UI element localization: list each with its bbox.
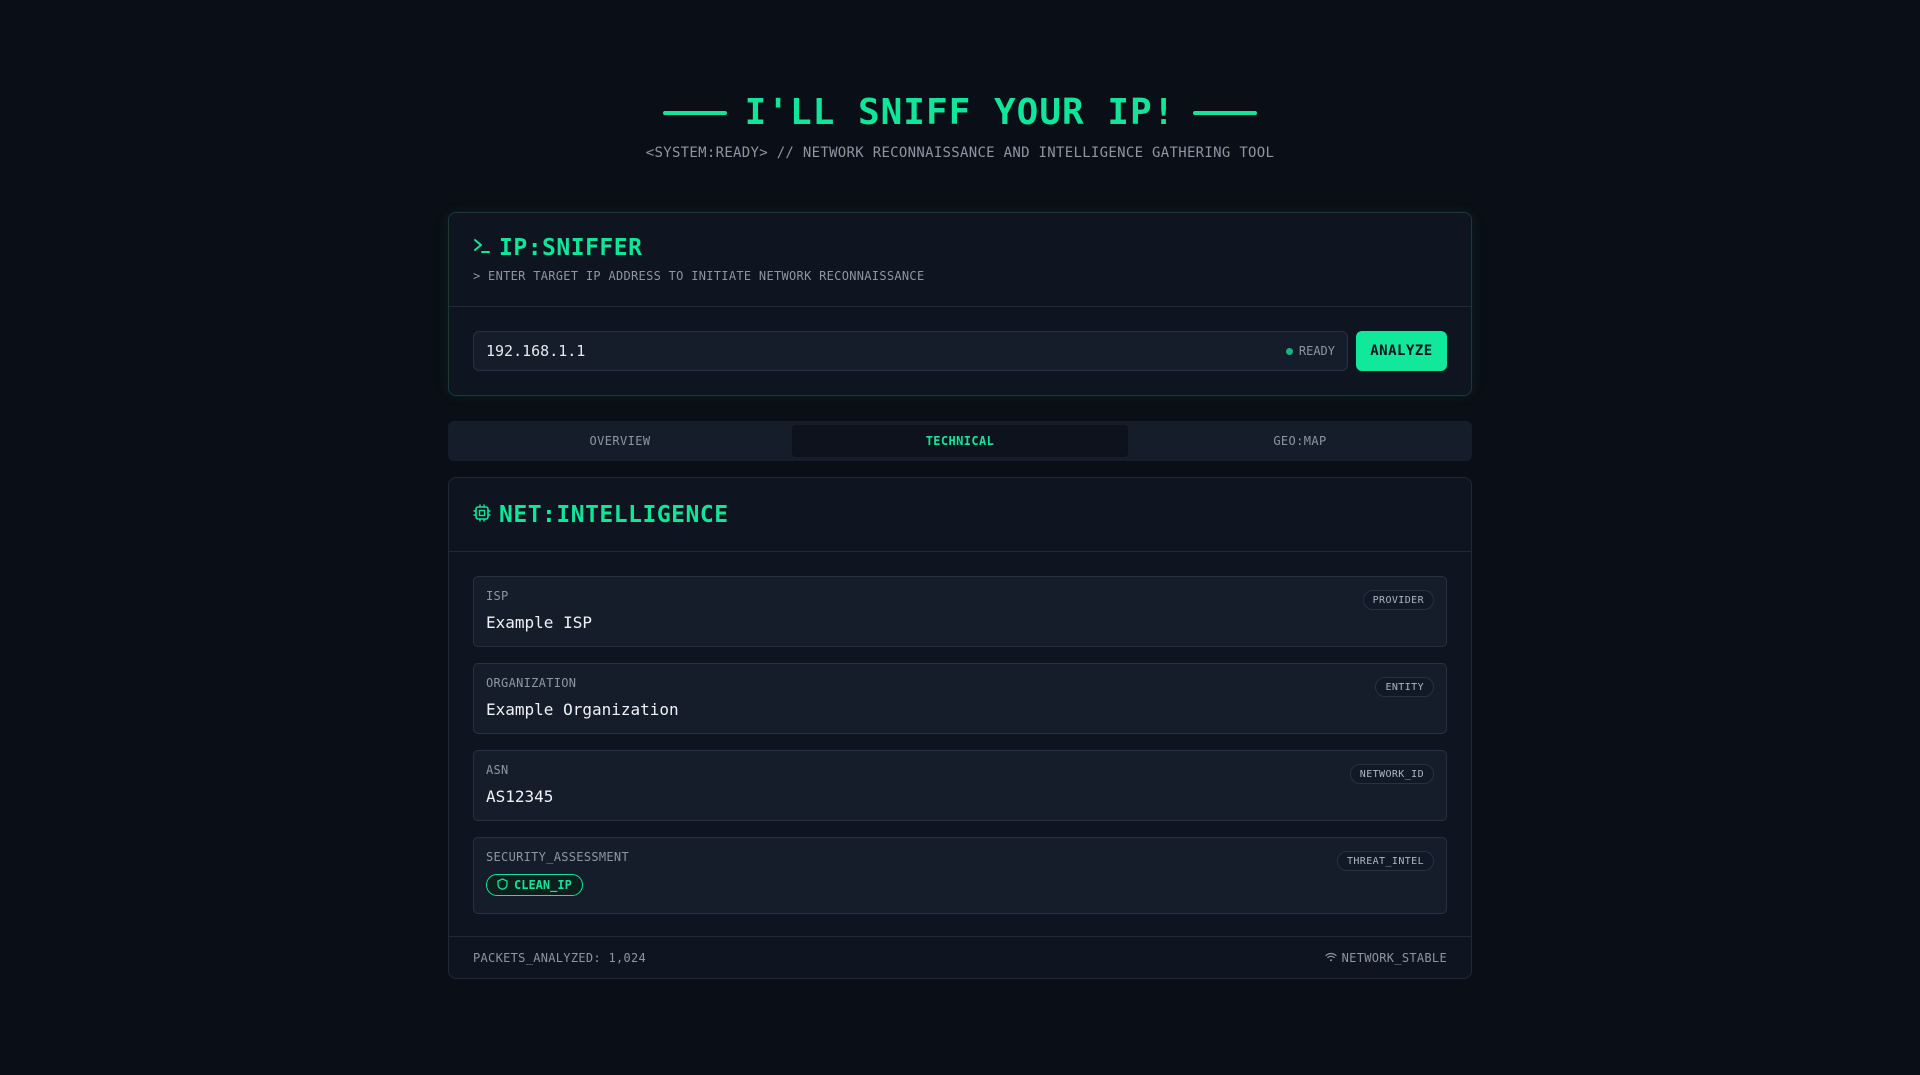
threat-intel-badge: THREAT_INTEL [1336, 851, 1434, 871]
ip-address-input[interactable]: 192.168.1.1 READY [473, 331, 1348, 371]
intel-title: NET:INTELLIGENCE [499, 501, 729, 528]
ip-address-value[interactable]: 192.168.1.1 [486, 342, 585, 360]
tab-overview[interactable]: OVERVIEW [452, 425, 788, 457]
page-title: I'LL SNIFF YOUR IP! [744, 92, 1176, 133]
sniffer-subtitle: > ENTER TARGET IP ADDRESS TO INITIATE NE… [473, 269, 925, 283]
page-header: I'LL SNIFF YOUR IP! <SYSTEM:READY> // NE… [0, 92, 1920, 161]
entity-badge: ENTITY [1375, 677, 1434, 697]
asn-row: ASN AS12345 NETWORK_ID [473, 750, 1447, 821]
intel-list: ISP Example ISP PROVIDER ORGANIZATION Ex… [449, 552, 1471, 914]
organization-label: ORGANIZATION [486, 676, 577, 690]
clean-ip-badge: CLEAN_IP [486, 874, 583, 896]
title-row: I'LL SNIFF YOUR IP! [0, 92, 1920, 133]
sniffer-title: IP:SNIFFER [499, 235, 643, 261]
organization-value: Example Organization [486, 700, 679, 719]
asn-label: ASN [486, 763, 509, 777]
clean-ip-label: CLEAN_IP [514, 878, 572, 892]
title-divider-left [662, 110, 727, 115]
ip-sniffer-card: IP:SNIFFER > ENTER TARGET IP ADDRESS TO … [448, 212, 1472, 396]
organization-row: ORGANIZATION Example Organization ENTITY [473, 663, 1447, 734]
asn-value: AS12345 [486, 787, 554, 806]
net-intelligence-card: NET:INTELLIGENCE ISP Example ISP PROVIDE… [448, 477, 1472, 979]
title-divider-right [1193, 110, 1258, 115]
tab-geo-map[interactable]: GEO:MAP [1132, 425, 1468, 457]
network-status-label: NETWORK_STABLE [1341, 950, 1447, 965]
tab-bar: OVERVIEW TECHNICAL GEO:MAP [448, 421, 1472, 461]
cpu-icon [473, 503, 491, 526]
security-assessment-row: SECURITY_ASSESSMENT CLEAN_IP THREAT_INTE… [473, 837, 1447, 914]
terminal-icon [473, 237, 491, 259]
status-label: READY [1298, 344, 1335, 358]
page-subtitle: <SYSTEM:READY> // NETWORK RECONNAISSANCE… [645, 145, 1275, 161]
isp-label: ISP [486, 589, 509, 603]
security-assessment-label: SECURITY_ASSESSMENT [486, 850, 629, 864]
status-dot-icon [1285, 347, 1293, 355]
analyze-button[interactable]: ANALYZE [1356, 331, 1447, 371]
wifi-icon [1325, 951, 1337, 965]
network-status: NETWORK_STABLE [1325, 951, 1447, 965]
network-id-badge: NETWORK_ID [1349, 764, 1434, 784]
isp-value: Example ISP [486, 613, 592, 632]
tab-technical[interactable]: TECHNICAL [792, 425, 1128, 457]
packets-analyzed: PACKETS_ANALYZED: 1,024 [473, 950, 647, 965]
intel-footer: PACKETS_ANALYZED: 1,024 NETWORK_STABLE [449, 936, 1471, 978]
ip-input-row: 192.168.1.1 READY ANALYZE [449, 307, 1471, 395]
sniffer-header: IP:SNIFFER > ENTER TARGET IP ADDRESS TO … [449, 213, 1471, 307]
shield-icon [497, 877, 508, 893]
isp-row: ISP Example ISP PROVIDER [473, 576, 1447, 647]
status-indicator: READY [1285, 344, 1335, 358]
intel-header: NET:INTELLIGENCE [449, 478, 1471, 552]
provider-badge: PROVIDER [1362, 590, 1434, 610]
